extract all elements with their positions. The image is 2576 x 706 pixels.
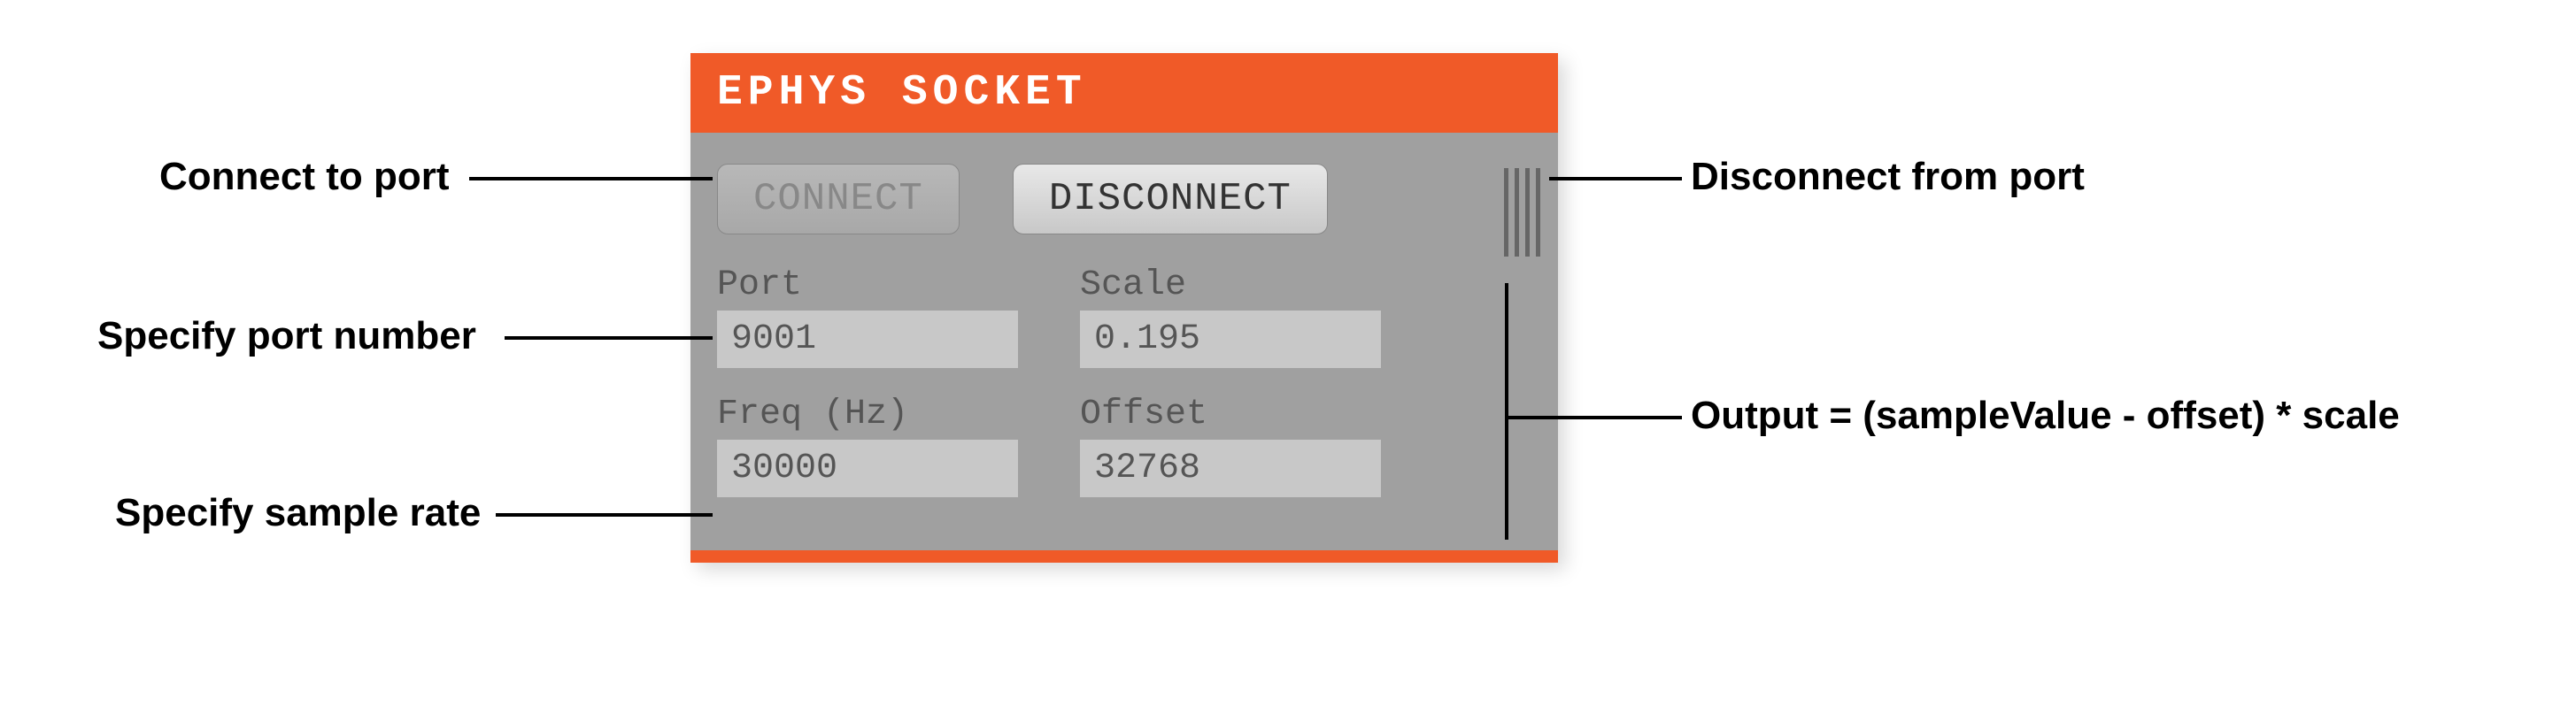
offset-field: Offset (1080, 395, 1381, 497)
connect-button[interactable]: CONNECT (717, 164, 960, 234)
annotation-bracket (1505, 283, 1508, 540)
annotation-line (505, 336, 713, 340)
drag-handle-icon[interactable] (1504, 168, 1540, 257)
port-label: Port (717, 265, 1018, 305)
disconnect-button[interactable]: DISCONNECT (1013, 164, 1328, 234)
annotation-connect: Connect to port (159, 155, 450, 199)
panel-title: EPHYS SOCKET (690, 53, 1558, 133)
annotation-output-formula: Output = (sampleValue - offset) * scale (1691, 394, 2400, 438)
port-field: Port (717, 265, 1018, 368)
annotation-port-number: Specify port number (97, 314, 476, 358)
annotation-line (1549, 177, 1682, 180)
panel-footer-bar (690, 550, 1558, 563)
annotation-disconnect: Disconnect from port (1691, 155, 2085, 199)
freq-input[interactable] (717, 440, 1018, 497)
freq-label: Freq (Hz) (717, 395, 1018, 434)
annotation-line (1505, 416, 1682, 419)
offset-label: Offset (1080, 395, 1381, 434)
ephys-socket-panel: EPHYS SOCKET CONNECT DISCONNECT Port Sca… (690, 53, 1558, 563)
offset-input[interactable] (1080, 440, 1381, 497)
port-input[interactable] (717, 311, 1018, 368)
scale-input[interactable] (1080, 311, 1381, 368)
panel-body: CONNECT DISCONNECT Port Scale Freq (Hz) (690, 133, 1558, 550)
scale-field: Scale (1080, 265, 1381, 368)
annotation-line (469, 177, 713, 180)
annotation-line (496, 513, 713, 517)
annotation-sample-rate: Specify sample rate (115, 491, 481, 535)
freq-field: Freq (Hz) (717, 395, 1018, 497)
scale-label: Scale (1080, 265, 1381, 305)
